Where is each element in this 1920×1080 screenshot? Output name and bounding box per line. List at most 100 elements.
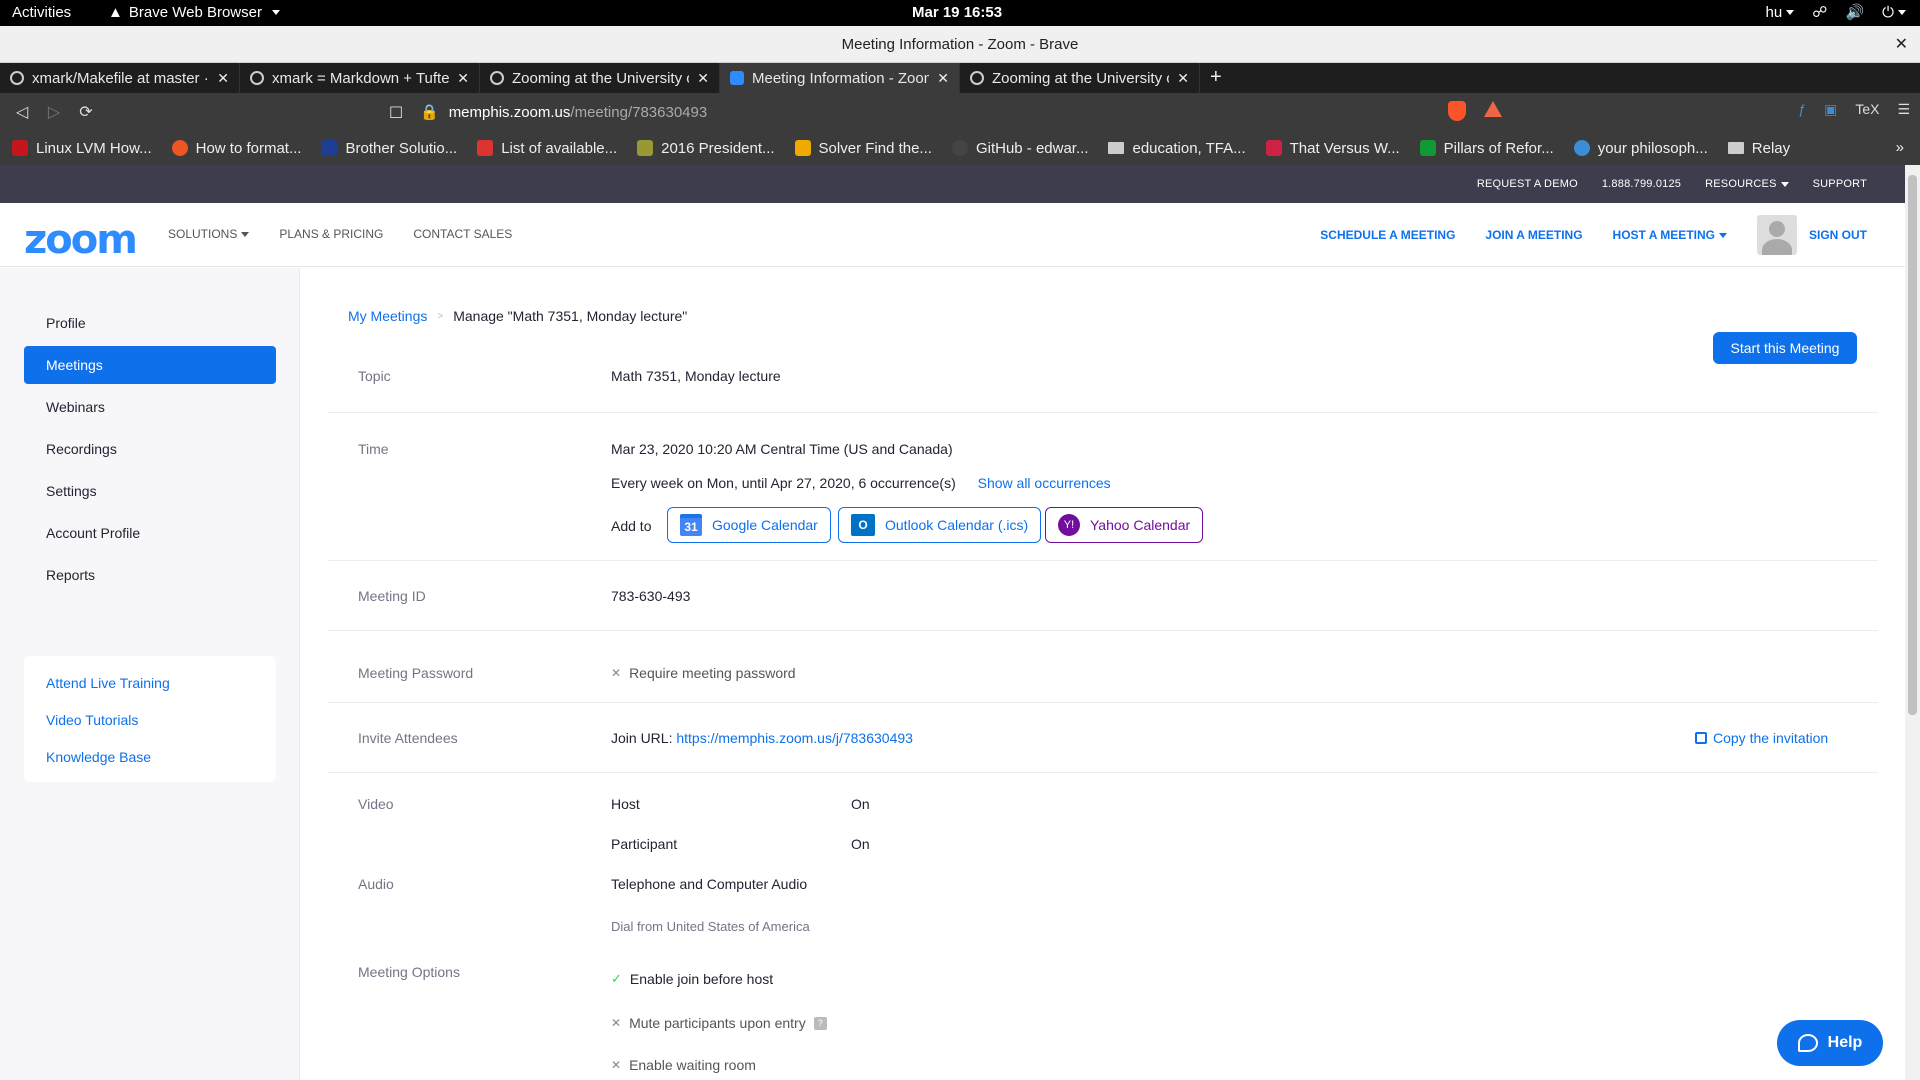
tex-extension-icon[interactable]: TeX bbox=[1855, 101, 1879, 121]
join-url-label: Join URL: bbox=[611, 730, 673, 746]
join-url-link[interactable]: https://memphis.zoom.us/j/783630493 bbox=[676, 730, 913, 746]
support-link[interactable]: SUPPORT bbox=[1813, 178, 1867, 190]
extension-icon[interactable]: ƒ bbox=[1798, 101, 1806, 121]
contact-sales-link[interactable]: CONTACT SALES bbox=[413, 227, 512, 241]
sidebar-item-profile[interactable]: Profile bbox=[24, 304, 276, 342]
join-meeting-link[interactable]: JOIN A MEETING bbox=[1485, 228, 1582, 242]
bookmark-item[interactable]: That Versus W... bbox=[1265, 139, 1400, 157]
breadcrumb-my-meetings[interactable]: My Meetings bbox=[348, 308, 427, 324]
topic-value: Math 7351, Monday lecture bbox=[611, 368, 781, 384]
extension-icon[interactable]: ▣ bbox=[1824, 101, 1837, 121]
more-bookmarks-icon[interactable]: » bbox=[1896, 139, 1904, 156]
forward-icon[interactable]: ▷ bbox=[38, 102, 70, 122]
tab-label: Zooming at the University of Memphis bbox=[992, 69, 1169, 87]
window-title: Meeting Information - Zoom - Brave bbox=[841, 36, 1079, 53]
waiting-room-option: ✕ Enable waiting room bbox=[611, 1057, 756, 1073]
help-button[interactable]: Help bbox=[1777, 1020, 1883, 1066]
power-icon: ⏻ bbox=[1882, 4, 1906, 21]
bookmark-label: Relay bbox=[1751, 139, 1791, 157]
participant-video-label: Participant bbox=[611, 836, 678, 852]
video-tutorials-link[interactable]: Video Tutorials bbox=[46, 705, 254, 742]
system-tray[interactable]: hu ☍ 🔊 ⏻ bbox=[1766, 3, 1906, 21]
bookmark-item[interactable]: Brother Solutio... bbox=[321, 140, 457, 157]
brave-shields-icon[interactable] bbox=[1448, 101, 1467, 121]
x-icon: ✕ bbox=[611, 666, 622, 680]
globe-icon bbox=[250, 71, 264, 85]
github-icon bbox=[10, 71, 24, 85]
zoom-logo[interactable]: zoom bbox=[24, 217, 138, 263]
bookmark-item[interactable]: List of available... bbox=[477, 140, 617, 157]
tab-close-icon[interactable]: ✕ bbox=[217, 70, 229, 87]
window-close-icon[interactable]: ✕ bbox=[1895, 26, 1908, 63]
activities-button[interactable]: Activities bbox=[12, 4, 71, 21]
solutions-menu[interactable]: SOLUTIONS bbox=[168, 227, 250, 241]
copy-invitation-link[interactable]: Copy the invitation bbox=[1695, 730, 1828, 746]
tab-close-icon[interactable]: ✕ bbox=[937, 70, 949, 87]
solutions-label: SOLUTIONS bbox=[168, 227, 238, 241]
sidebar-item-account-profile[interactable]: Account Profile bbox=[24, 514, 276, 552]
bookmark-folder[interactable]: education, TFA... bbox=[1108, 140, 1246, 157]
scrollbar-thumb[interactable] bbox=[1908, 175, 1917, 715]
chevron-right-icon: > bbox=[437, 310, 444, 322]
resources-menu[interactable]: RESOURCES bbox=[1705, 178, 1789, 190]
request-demo-link[interactable]: REQUEST A DEMO bbox=[1477, 178, 1578, 190]
tab-close-icon[interactable]: ✕ bbox=[697, 70, 709, 87]
bookmark-item[interactable]: 2016 President... bbox=[637, 140, 775, 157]
sidebar-item-webinars[interactable]: Webinars bbox=[24, 388, 276, 426]
tab-zooming-memphis-2[interactable]: Zooming at the University of Memphis ✕ bbox=[960, 63, 1200, 93]
knowledge-base-link[interactable]: Knowledge Base bbox=[46, 742, 254, 779]
info-icon[interactable]: ? bbox=[813, 1016, 827, 1030]
back-icon[interactable]: ◁ bbox=[6, 102, 38, 122]
show-all-occurrences-link[interactable]: Show all occurrences bbox=[978, 475, 1111, 491]
avatar[interactable] bbox=[1756, 215, 1797, 255]
tab-meeting-information[interactable]: Meeting Information - Zoom ✕ bbox=[720, 63, 960, 93]
url-input[interactable]: 🔒 memphis.zoom.us/meeting/783630493 bbox=[420, 99, 1430, 125]
chevron-down-icon bbox=[1898, 10, 1906, 16]
globe-icon bbox=[490, 71, 504, 85]
bookmark-item[interactable]: Solver Find the... bbox=[794, 140, 932, 157]
yahoo-calendar-button[interactable]: Y! Yahoo Calendar bbox=[1045, 507, 1204, 543]
phone-link[interactable]: 1.888.799.0125 bbox=[1602, 178, 1681, 190]
plans-pricing-link[interactable]: PLANS & PRICING bbox=[279, 227, 383, 241]
new-tab-button[interactable]: + bbox=[1200, 63, 1232, 93]
bookmark-folder[interactable]: Relay bbox=[1727, 139, 1791, 157]
app-menu[interactable]: ▲ Brave Web Browser bbox=[108, 4, 280, 21]
schedule-meeting-link[interactable]: SCHEDULE A MEETING bbox=[1320, 228, 1455, 242]
tab-label: Zooming at the University of Memphis bbox=[512, 69, 689, 87]
reload-icon[interactable]: ⟳ bbox=[70, 102, 102, 122]
tab-zooming-memphis[interactable]: Zooming at the University of Memphis ✕ bbox=[480, 63, 720, 93]
sidebar-item-settings[interactable]: Settings bbox=[24, 472, 276, 510]
outlook-calendar-button[interactable]: O Outlook Calendar (.ics) bbox=[838, 507, 1042, 543]
sidebar-item-recordings[interactable]: Recordings bbox=[24, 430, 276, 468]
bookmark-item[interactable]: GitHub - edwar... bbox=[951, 140, 1088, 157]
tab-xmark-markdown[interactable]: xmark = Markdown + Tufte ✕ bbox=[240, 63, 480, 93]
clock[interactable]: Mar 19 16:53 bbox=[912, 4, 1002, 21]
bookmark-item[interactable]: Pillars of Refor... bbox=[1419, 140, 1554, 157]
sign-out-link[interactable]: SIGN OUT bbox=[1809, 228, 1867, 242]
tab-xmark-makefile[interactable]: xmark/Makefile at master · edwardtufte ✕ bbox=[0, 63, 240, 93]
keyboard-layout[interactable]: hu bbox=[1766, 4, 1795, 21]
bookmark-item[interactable]: Linux LVM How... bbox=[12, 140, 152, 157]
meeting-password-label: Meeting Password bbox=[358, 665, 474, 681]
google-calendar-button[interactable]: 31 Google Calendar bbox=[667, 507, 831, 543]
tab-close-icon[interactable]: ✕ bbox=[1177, 70, 1189, 87]
sidebar-item-reports[interactable]: Reports bbox=[24, 556, 276, 594]
join-url: Join URL: https://memphis.zoom.us/j/7836… bbox=[611, 730, 913, 746]
invite-attendees-row: Invite Attendees Join URL: https://memph… bbox=[328, 703, 1878, 773]
check-icon: ✓ bbox=[611, 971, 622, 986]
brave-rewards-icon[interactable] bbox=[1484, 101, 1503, 117]
bookmark-label: That Versus W... bbox=[1289, 139, 1400, 157]
host-meeting-menu[interactable]: HOST A MEETING bbox=[1613, 228, 1727, 242]
attend-live-training-link[interactable]: Attend Live Training bbox=[46, 668, 254, 705]
sidebar-item-meetings[interactable]: Meetings bbox=[24, 346, 276, 384]
menu-icon[interactable]: ☰ bbox=[1897, 101, 1910, 121]
participant-video-value: On bbox=[851, 836, 870, 852]
google-calendar-icon: 31 bbox=[680, 514, 702, 536]
bookmark-icon[interactable]: ☐ bbox=[380, 103, 412, 123]
page-scrollbar[interactable] bbox=[1905, 165, 1920, 1080]
bookmark-item[interactable]: How to format... bbox=[171, 140, 301, 157]
zoom-utility-bar: REQUEST A DEMO 1.888.799.0125 RESOURCES … bbox=[0, 165, 1905, 203]
tab-close-icon[interactable]: ✕ bbox=[457, 70, 469, 87]
bookmark-item[interactable]: your philosoph... bbox=[1573, 140, 1708, 157]
x-icon: ✕ bbox=[611, 1016, 622, 1030]
